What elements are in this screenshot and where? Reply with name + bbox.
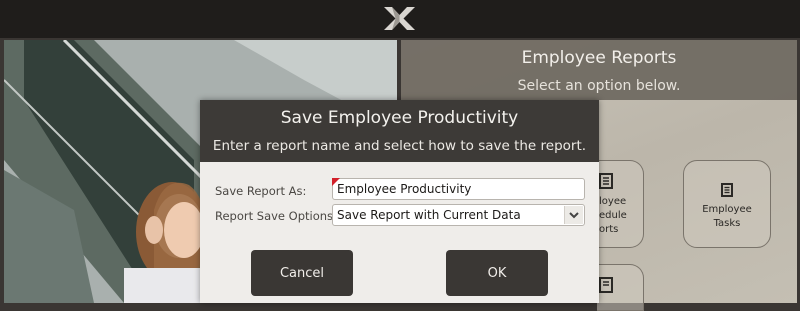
report-tile[interactable] — [597, 264, 644, 311]
ok-button[interactable]: OK — [446, 250, 548, 296]
dropdown-toggle[interactable] — [564, 206, 583, 224]
document-icon — [599, 277, 613, 293]
save-options-select[interactable]: Save Report with Current Data — [332, 204, 585, 226]
dialog-subtitle: Enter a report name and select how to sa… — [212, 138, 587, 154]
report-name-wrapper — [332, 178, 585, 200]
save-options-label: Report Save Options: — [215, 209, 337, 223]
report-name-label: Save Report As: — [215, 184, 307, 198]
save-report-dialog: Save Employee Productivity Enter a repor… — [200, 100, 599, 303]
save-options-value: Save Report with Current Data — [337, 208, 521, 222]
cancel-button[interactable]: Cancel — [251, 250, 353, 296]
tile-label: loyee edule orts — [599, 196, 627, 235]
panel-subtitle: Select an option below. — [517, 78, 681, 94]
document-icon — [599, 173, 613, 189]
dialog-header: Save Employee Productivity Enter a repor… — [200, 100, 599, 162]
panel-title: Employee Reports — [521, 48, 677, 68]
document-icon — [721, 183, 733, 197]
chevron-down-icon — [569, 212, 579, 219]
oracle-x-logo-icon — [384, 7, 415, 30]
employee-tasks-tile[interactable]: Employee Tasks — [683, 160, 771, 248]
panel-header: Employee Reports Select an option below. — [401, 40, 797, 100]
report-name-input[interactable] — [332, 178, 585, 200]
employee-schedule-reports-tile[interactable]: loyee edule orts — [597, 160, 644, 248]
tile-label: Employee Tasks — [702, 204, 752, 229]
top-bar — [0, 0, 800, 38]
dialog-title: Save Employee Productivity — [280, 108, 519, 128]
